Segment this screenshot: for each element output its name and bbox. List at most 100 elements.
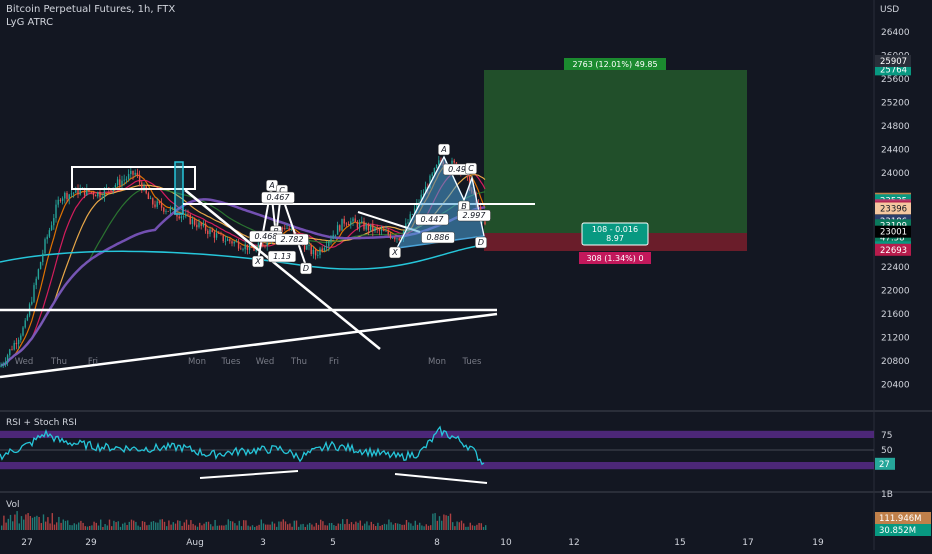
volume-bar [293, 520, 295, 530]
volume-bar [104, 524, 106, 530]
volume-bar [212, 526, 214, 530]
candle-body [233, 241, 235, 244]
candle-body [0, 365, 2, 367]
pattern-label: A [268, 181, 274, 190]
candle-body [22, 327, 24, 336]
date-tick: 19 [812, 538, 824, 548]
volume-bar [166, 526, 168, 530]
volume-bar [414, 520, 416, 530]
volume-bar [36, 515, 38, 530]
volume-bar [148, 524, 150, 530]
volume-bar [478, 522, 480, 530]
volume-bar [155, 522, 157, 530]
date-tick: Aug [186, 538, 204, 548]
price-badge-label: 23001 [880, 228, 907, 238]
pattern-label: A [440, 145, 446, 154]
volume-bar [93, 521, 95, 530]
volume-bar [278, 521, 280, 530]
volume-bar [122, 523, 124, 530]
volume-bar [269, 524, 271, 530]
chart-title[interactable]: Bitcoin Perpetual Futures, 1h, FTX [6, 4, 175, 15]
volume-bar [141, 521, 144, 530]
candle-body [42, 253, 44, 263]
volume-bar [179, 520, 181, 530]
volume-bar [29, 515, 31, 530]
volume-bar [452, 522, 454, 530]
volume-bar [5, 522, 7, 530]
candle-body [31, 301, 33, 305]
candle-body [211, 229, 213, 233]
price-tick: 20800 [881, 357, 910, 367]
candle-body [68, 194, 70, 200]
volume-bar [328, 523, 331, 530]
candle-body [317, 255, 319, 256]
price-tick: 20400 [881, 381, 910, 391]
candle-body [361, 221, 363, 223]
volume-bar [311, 524, 313, 530]
position-center-line1: 108 - 0.016 [592, 225, 638, 234]
volume-bar [317, 524, 320, 530]
candle-body [152, 198, 154, 205]
candle-body [61, 198, 64, 201]
volume-bar [313, 526, 315, 530]
volume-bar [416, 524, 419, 530]
candle-body [391, 237, 394, 239]
candle-body [310, 244, 312, 255]
volume-bar [232, 521, 234, 530]
vol-title[interactable]: Vol [6, 500, 19, 510]
volume-bar [434, 513, 436, 530]
volume-bar [3, 515, 5, 530]
candle-body [15, 342, 18, 345]
price-tick: 22000 [881, 287, 910, 297]
volume-bar [256, 525, 258, 530]
volume-bar [482, 526, 485, 530]
price-tick: 25600 [881, 75, 910, 85]
volume-bar [40, 523, 42, 530]
volume-bar [207, 521, 210, 530]
candle-body [358, 222, 361, 228]
volume-bar [97, 525, 100, 530]
candle-body [50, 225, 53, 231]
volume-bar [58, 516, 60, 530]
candle-body [53, 218, 55, 226]
volume-bar [397, 523, 399, 530]
volume-bar [249, 526, 251, 530]
candle-body [319, 248, 321, 256]
day-label: Fri [88, 357, 98, 367]
candle-body [407, 222, 409, 224]
volume-bar [64, 520, 67, 530]
volume-tick: 1B [881, 490, 893, 500]
volume-bar [353, 524, 355, 530]
price-tick: 24000 [881, 169, 910, 179]
chart-canvas[interactable]: 2640026000256002520024800244002400023600… [0, 0, 932, 550]
volume-bar [346, 519, 348, 530]
volume-bar [377, 522, 379, 530]
candle-body [55, 204, 57, 219]
volume-bar [333, 525, 335, 530]
volume-bar [113, 520, 115, 530]
volume-bar [476, 524, 478, 530]
price-tick: 24800 [881, 122, 910, 132]
price-tick: 25200 [881, 99, 910, 109]
volume-bar [201, 525, 203, 530]
candle-body [44, 239, 46, 254]
target-zone[interactable] [484, 70, 747, 233]
candle-body [383, 229, 385, 232]
volume-bar [282, 519, 284, 530]
candle-body [332, 234, 334, 239]
volume-bar [236, 525, 238, 530]
pattern-label: 0.447 [421, 215, 445, 224]
indicator-name[interactable]: LyG ATRC [6, 17, 53, 28]
candle-body [347, 224, 350, 226]
volume-bar [163, 521, 166, 530]
candle-body [376, 227, 378, 229]
candle-body [4, 361, 7, 365]
volume-bar [284, 521, 287, 530]
volume-bar [432, 513, 434, 530]
candle-body [242, 249, 244, 251]
price-tick: 21600 [881, 310, 910, 320]
candle-body [394, 237, 396, 240]
volume-bar [300, 524, 302, 530]
candle-body [200, 222, 202, 226]
rsi-title[interactable]: RSI + Stoch RSI [6, 418, 77, 428]
